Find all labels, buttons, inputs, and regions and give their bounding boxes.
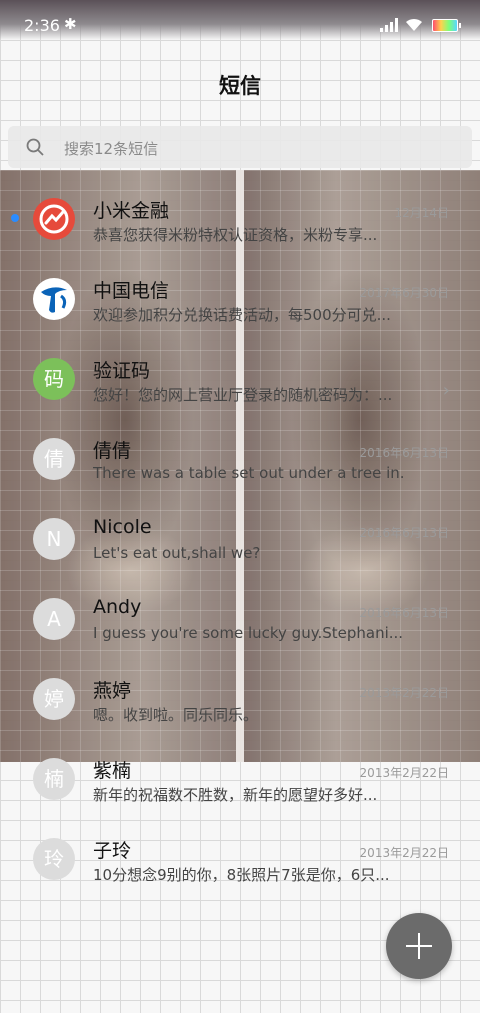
signal-icon bbox=[380, 18, 398, 32]
message-preview: I guess you're some lucky guy.Stephani..… bbox=[93, 624, 403, 642]
message-row[interactable]: 倩 倩倩 2016年6月13日 There was a table set ou… bbox=[0, 414, 480, 494]
message-list: 小米金融 12月14日 恭喜您获得米粉特权认证资格，米粉专享... 中国电信 2… bbox=[0, 174, 480, 894]
message-row[interactable]: 码 验证码 您好！您的网上营业厅登录的随机密码为：... › bbox=[0, 334, 480, 414]
message-row[interactable]: 楠 紫楠 2013年2月22日 新年的祝福数不胜数，新年的愿望好多好... bbox=[0, 734, 480, 814]
status-time: 2:36 bbox=[24, 16, 60, 35]
sender-name: 子玲 bbox=[93, 840, 132, 862]
message-row[interactable]: 中国电信 2017年6月30日 欢迎参加积分兑换话费活动，每500分可兑... bbox=[0, 254, 480, 334]
message-preview: Let's eat out,shall we? bbox=[93, 544, 261, 562]
plus-icon bbox=[406, 933, 432, 959]
mi-finance-logo-icon bbox=[33, 198, 75, 240]
sender-name: 小米金融 bbox=[93, 200, 170, 222]
avatar: N bbox=[33, 518, 75, 560]
message-date: 2013年2月22日 bbox=[359, 846, 449, 860]
message-date: 12月14日 bbox=[394, 206, 449, 220]
chevron-right-icon: › bbox=[442, 380, 450, 401]
message-preview: There was a table set out under a tree i… bbox=[93, 464, 403, 482]
message-preview: 嗯。收到啦。同乐同乐。 bbox=[93, 706, 259, 724]
sender-name: Andy bbox=[93, 596, 142, 618]
message-date: 2016年6月13日 bbox=[359, 446, 449, 460]
message-row[interactable]: 玲 子玲 2013年2月22日 10分想念9别的你，8张照片7张是你，6只... bbox=[0, 814, 480, 894]
avatar: 玲 bbox=[33, 838, 75, 880]
message-date: 2017年6月30日 bbox=[359, 286, 449, 300]
new-message-button[interactable] bbox=[386, 913, 452, 979]
page-title: 短信 bbox=[219, 74, 261, 98]
message-date: 2013年2月22日 bbox=[359, 766, 449, 780]
message-date: 2013年2月22日 bbox=[359, 686, 449, 700]
battery-icon bbox=[432, 19, 461, 32]
status-bar: 2:36 ✱ bbox=[0, 0, 480, 40]
bluetooth-icon: ✱ bbox=[64, 15, 77, 33]
message-preview: 恭喜您获得米粉特权认证资格，米粉专享... bbox=[93, 226, 378, 244]
message-preview: 欢迎参加积分兑换话费活动，每500分可兑... bbox=[93, 306, 391, 324]
message-date: 2016年6月13日 bbox=[359, 526, 449, 540]
sender-name: Nicole bbox=[93, 516, 152, 538]
wifi-icon bbox=[406, 18, 422, 31]
message-row[interactable]: A Andy 2016年6月13日 I guess you're some lu… bbox=[0, 574, 480, 654]
avatar: 码 bbox=[33, 358, 75, 400]
sender-name: 验证码 bbox=[93, 360, 151, 382]
sender-name: 燕婷 bbox=[93, 680, 132, 702]
avatar: A bbox=[33, 598, 75, 640]
message-preview: 您好！您的网上营业厅登录的随机密码为：... bbox=[93, 386, 393, 404]
search-input[interactable]: 搜索12条短信 bbox=[8, 126, 472, 168]
message-date: 2016年6月13日 bbox=[359, 606, 449, 620]
search-icon bbox=[26, 138, 44, 156]
message-row[interactable]: 婷 燕婷 2013年2月22日 嗯。收到啦。同乐同乐。 bbox=[0, 654, 480, 734]
sender-name: 紫楠 bbox=[93, 760, 132, 782]
sender-name: 倩倩 bbox=[93, 440, 132, 462]
message-row[interactable]: 小米金融 12月14日 恭喜您获得米粉特权认证资格，米粉专享... bbox=[0, 174, 480, 254]
avatar: 倩 bbox=[33, 438, 75, 480]
unread-dot bbox=[11, 214, 19, 222]
message-row[interactable]: N Nicole 2016年6月13日 Let's eat out,shall … bbox=[0, 494, 480, 574]
search-placeholder: 搜索12条短信 bbox=[64, 140, 159, 158]
china-telecom-logo-icon bbox=[33, 278, 75, 320]
avatar: 楠 bbox=[33, 758, 75, 800]
message-preview: 10分想念9别的你，8张照片7张是你，6只... bbox=[93, 866, 390, 884]
message-preview: 新年的祝福数不胜数，新年的愿望好多好... bbox=[93, 786, 378, 804]
avatar: 婷 bbox=[33, 678, 75, 720]
sender-name: 中国电信 bbox=[93, 280, 170, 302]
